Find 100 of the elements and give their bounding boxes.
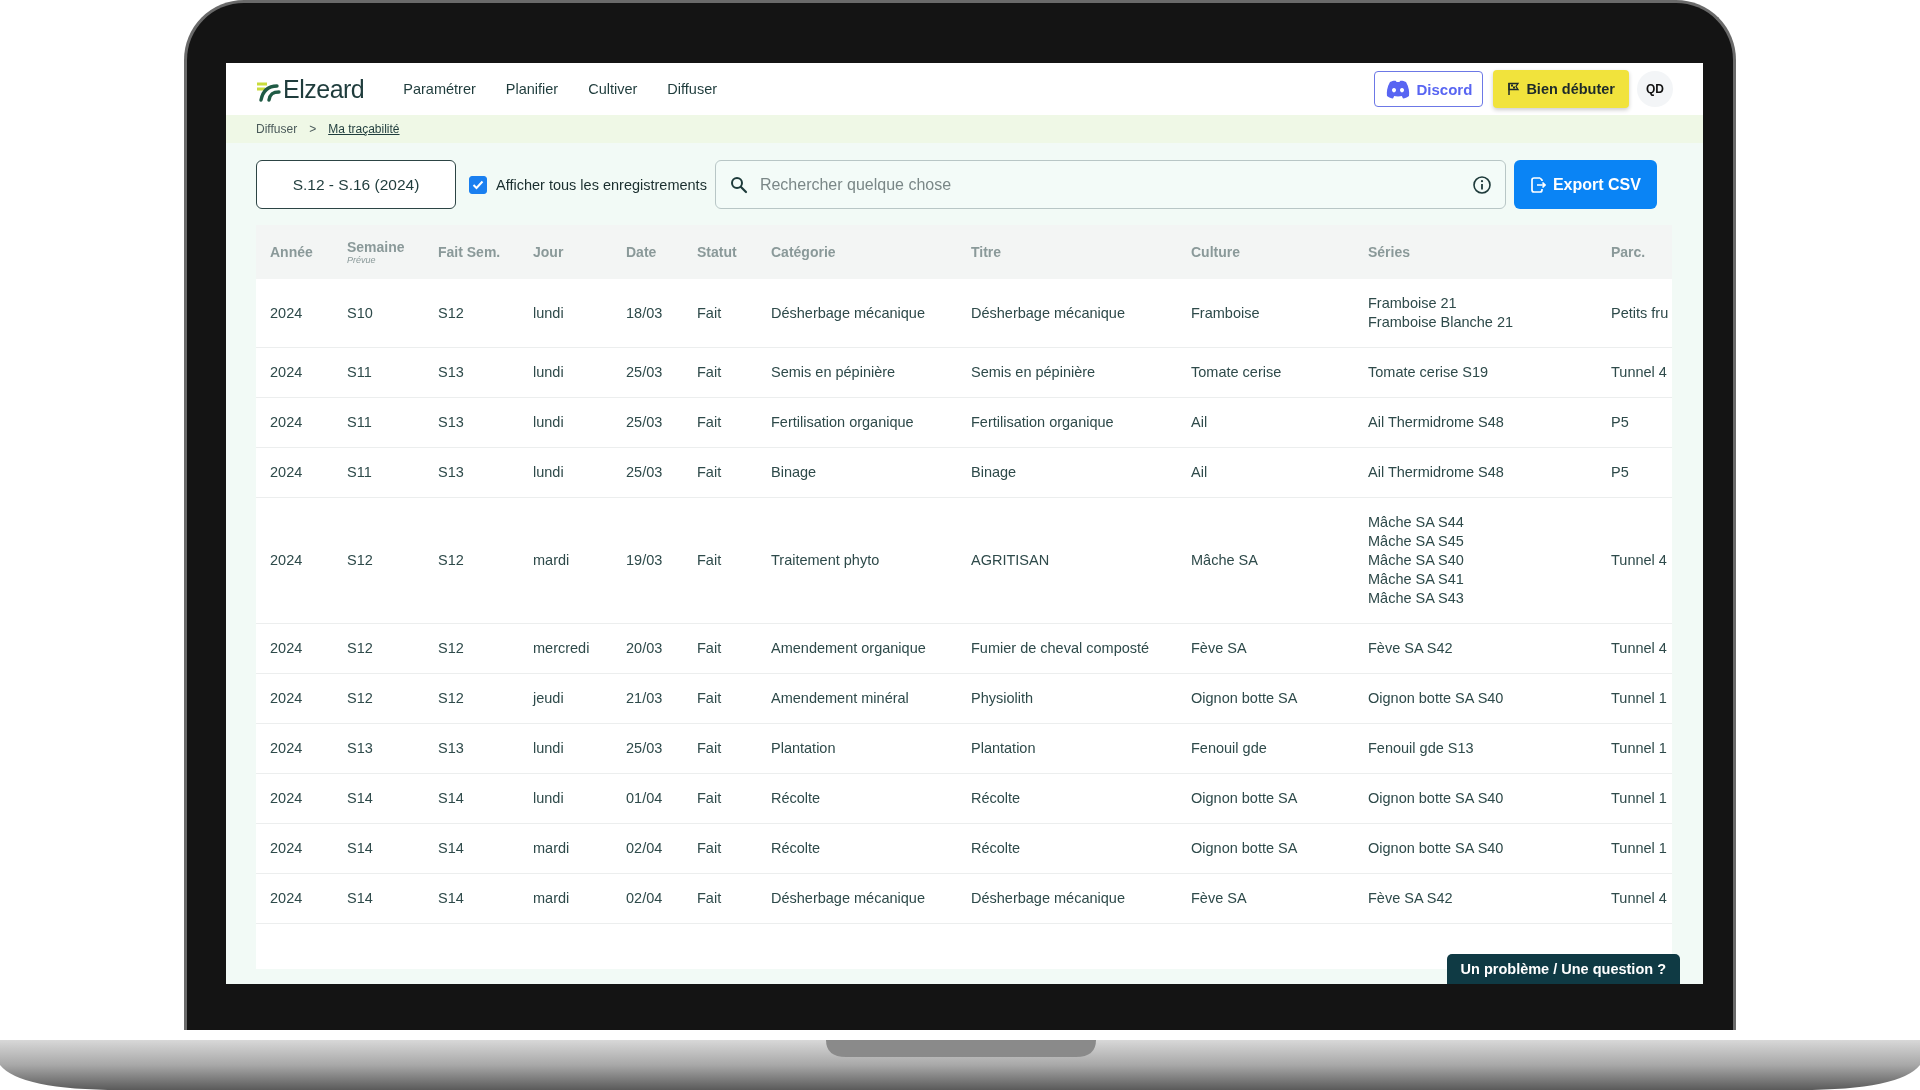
table-cell: 02/04 <box>626 839 663 858</box>
show-all-checkbox[interactable]: Afficher tous les enregistrements <box>469 175 707 194</box>
table-cell: mardi <box>533 839 570 858</box>
table-cell: Récolte <box>971 839 1021 858</box>
table-cell: lundi <box>533 303 564 323</box>
column-header: Semaine <box>347 239 405 255</box>
gamepad-icon <box>1384 79 1411 99</box>
table-cell: S12 <box>347 689 373 708</box>
table-cell: 2024 <box>270 839 303 858</box>
column-header: Séries <box>1368 244 1411 260</box>
table-cell: Désherbage mécanique <box>971 889 1125 908</box>
table-cell: 25/03 <box>626 413 663 432</box>
table-cell: Amendement organique <box>771 639 926 658</box>
table-cell: S13 <box>438 463 464 482</box>
table-cell: 01/04 <box>626 789 663 808</box>
breadcrumb-separator: > <box>309 122 317 136</box>
table-cell: Fait <box>697 413 722 432</box>
table-cell: Semis en pépinière <box>771 363 896 382</box>
nav-link[interactable]: Paramétrer <box>388 81 491 97</box>
table-cell: S13 <box>438 739 464 758</box>
table-cell: Oignon botte SA <box>1191 789 1298 808</box>
breadcrumb-current[interactable]: Ma traçabilité <box>328 122 400 136</box>
table-cell: Récolte <box>771 839 821 858</box>
table-cell: Fève SA S42 <box>1368 889 1453 908</box>
period-selector[interactable]: S.12 - S.16 (2024) <box>256 160 456 209</box>
table-cell: S12 <box>438 303 464 323</box>
table-cell: S11 <box>347 363 372 382</box>
table-cell: 2024 <box>270 889 303 908</box>
nav-link[interactable]: Planifier <box>490 81 574 97</box>
table-cell: Mâche SA S43 <box>1368 589 1464 608</box>
get-started-button[interactable]: Bien débuter <box>1493 70 1629 108</box>
table-cell: 2024 <box>270 789 303 808</box>
table-cell: Binage <box>771 463 817 482</box>
table-cell: Oignon botte SA <box>1191 689 1298 708</box>
table-cell: Tunnel 1 <box>1611 689 1667 708</box>
table-cell: Ail Thermidrome S48 <box>1368 413 1504 432</box>
nav-link[interactable]: Cultiver <box>573 81 653 97</box>
table-cell: S14 <box>347 789 373 808</box>
help-button[interactable]: Un problème / Une question ? <box>1446 954 1680 984</box>
table-cell: mercredi <box>533 639 590 658</box>
table-cell-text: Framboise 21 <box>1368 294 1458 313</box>
table-cell: S12 <box>438 551 464 570</box>
table-cell: mardi <box>533 551 570 570</box>
table-cell: 2024 <box>270 303 303 323</box>
column-subheader: Prévue <box>347 255 377 265</box>
table-cell: Amendement minéral <box>771 689 909 708</box>
table-cell: S12 <box>438 639 464 658</box>
table-cell: lundi <box>533 413 564 432</box>
table-cell: 2024 <box>270 363 303 382</box>
table-cell: Fait <box>697 689 722 708</box>
table-cell: Fève SA <box>1191 639 1247 658</box>
breadcrumb-link[interactable]: Diffuser <box>256 122 298 136</box>
nav-link[interactable]: Diffuser <box>652 81 733 97</box>
table-cell: Tunnel 4 <box>1611 363 1667 382</box>
table-cell: 2024 <box>270 739 303 758</box>
table-cell: S13 <box>438 363 464 382</box>
table-cell: Fève SA <box>1191 889 1247 908</box>
table-cell: S14 <box>347 889 373 908</box>
table-cell: Fait <box>697 889 722 908</box>
table-cell: Fait <box>697 789 722 808</box>
brand-name: Elzeard <box>283 74 365 104</box>
table-cell: Ail Thermidrome S48 <box>1368 463 1504 482</box>
table-cell: Plantation <box>971 739 1036 758</box>
table-cell: 20/03 <box>626 639 663 658</box>
table-cell: S12 <box>347 551 373 570</box>
table-cell: lundi <box>533 363 564 382</box>
table-cell: lundi <box>533 463 564 482</box>
table-cell: Tunnel 1 <box>1611 739 1667 758</box>
table-cell: S10 <box>347 303 373 323</box>
column-header: Statut <box>697 244 737 260</box>
table-cell: Fertilisation organique <box>771 413 914 432</box>
table-cell: Ail <box>1191 413 1208 432</box>
table-cell: Désherbage mécanique <box>971 303 1125 323</box>
table-cell: S14 <box>438 889 464 908</box>
table-cell: Tunnel 1 <box>1611 839 1667 858</box>
export-csv-button[interactable]: Export CSV <box>1513 160 1657 209</box>
table-cell: S14 <box>438 789 464 808</box>
table-cell: lundi <box>533 789 564 808</box>
column-header: Titre <box>971 244 1002 260</box>
table-cell: mardi <box>533 889 570 908</box>
table-cell: Fumier de cheval composté <box>971 639 1150 658</box>
table-cell: 25/03 <box>626 739 663 758</box>
table-cell: 18/03 <box>626 303 663 323</box>
info-icon[interactable] <box>1471 174 1492 195</box>
search-input[interactable]: Rechercher quelque chose <box>757 174 1462 195</box>
user-avatar[interactable]: QD <box>1637 71 1673 107</box>
column-header: Culture <box>1191 244 1240 260</box>
table-cell: Binage <box>971 463 1017 482</box>
discord-button[interactable]: Discord <box>1373 71 1484 107</box>
column-header: Année <box>270 244 313 260</box>
column-header: Jour <box>533 244 564 260</box>
column-header: Date <box>626 244 657 260</box>
table-cell: Fait <box>697 839 722 858</box>
table-cell: Framboise <box>1191 303 1260 323</box>
search-field[interactable]: Rechercher quelque chose <box>714 160 1506 209</box>
table-cell: P5 <box>1611 413 1629 432</box>
table-cell: Tunnel 4 <box>1611 639 1667 658</box>
table-cell: S12 <box>438 689 464 708</box>
table-cell: AGRITISAN <box>971 551 1050 570</box>
table-cell: S13 <box>347 739 373 758</box>
